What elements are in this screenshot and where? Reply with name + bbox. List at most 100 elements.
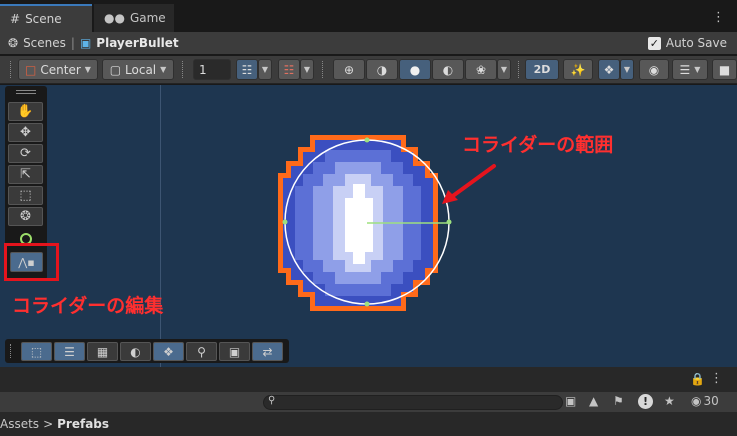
space-dropdown[interactable]: ▢ Local ▼: [102, 59, 174, 80]
effects-layers-icon: ❖: [603, 62, 615, 77]
favorite-star-icon[interactable]: ★: [664, 394, 675, 408]
overlay-grip[interactable]: [10, 344, 12, 358]
wireframe-button[interactable]: ⊕: [333, 59, 365, 80]
scale-icon: ⇱: [20, 167, 31, 182]
pivot-label: Center: [40, 62, 81, 77]
lock-icon[interactable]: 🔒: [690, 372, 705, 386]
overlay-align-button[interactable]: ☰: [54, 342, 85, 361]
rect-select-icon: ⬚: [30, 344, 43, 359]
increment-snap-button[interactable]: ☷: [278, 59, 300, 80]
grid-size-input[interactable]: 1: [193, 59, 231, 80]
overlay-camera-button[interactable]: ▣: [219, 342, 250, 361]
hash-icon: #: [10, 12, 21, 26]
move-tool-button[interactable]: ✥: [8, 123, 43, 142]
chevron-down-icon: ▼: [84, 65, 91, 74]
tab-game[interactable]: ●● Game: [94, 4, 174, 32]
tab-scene-label: Scene: [25, 12, 62, 26]
unity-scenes-icon: ❂: [8, 36, 19, 50]
transform-tool-button[interactable]: ❂: [8, 207, 43, 226]
grid-snap-dropdown[interactable]: ▼: [258, 59, 272, 80]
overlay-pixel-grid-button[interactable]: ▦: [87, 342, 118, 361]
collider-handle-left: [282, 219, 288, 225]
increment-snap-dropdown[interactable]: ▼: [300, 59, 314, 80]
local-cube-icon: ▢: [109, 62, 122, 77]
rotate-tool-button[interactable]: ⟳: [8, 144, 43, 163]
filter-by-type-icon[interactable]: ▲: [589, 394, 598, 408]
overlay-rect-button[interactable]: ⬚: [21, 342, 52, 361]
collider-handle-right: [446, 219, 452, 225]
eye-icon: ◉: [648, 62, 660, 77]
effects-button[interactable]: ❖: [598, 59, 620, 80]
toolbar-grip[interactable]: [182, 61, 184, 78]
draw-mode-dropdown[interactable]: ▼: [497, 59, 511, 80]
search-icon: ⚲: [268, 395, 276, 406]
view-tool-button[interactable]: ✋: [8, 102, 43, 121]
align-icon: ☰: [64, 344, 75, 359]
prefab-cube-icon: ▣: [79, 36, 92, 50]
overlay-zoom-button[interactable]: ⚲: [186, 342, 217, 361]
hidden-count: 30: [703, 394, 719, 408]
panel-menu-icon[interactable]: ⋮: [710, 372, 723, 385]
overlay-shuffle-button[interactable]: ⇄: [252, 342, 283, 361]
pivot-dropdown[interactable]: □ Center ▼: [18, 59, 98, 80]
chevron-down-icon: ▼: [500, 65, 508, 74]
breadcrumb-current[interactable]: PlayerBullet: [96, 36, 178, 50]
toolbar-grip[interactable]: [518, 61, 520, 78]
toolbar-grip[interactable]: [10, 61, 12, 78]
path-current[interactable]: Prefabs: [57, 417, 109, 431]
eye-slash-icon: ◉: [691, 394, 702, 408]
gizmo-icon: ■: [718, 62, 731, 77]
scene-visibility-button[interactable]: ◉: [639, 59, 669, 80]
tab-scene[interactable]: # Scene: [0, 4, 92, 32]
scale-tool-button[interactable]: ⇱: [8, 165, 43, 184]
2d-mode-label: 2D: [533, 63, 551, 76]
breadcrumb-separator: |: [70, 36, 75, 50]
checkbox-checked-icon[interactable]: ✓: [647, 36, 661, 50]
grid-snap-button[interactable]: ☷: [236, 59, 258, 80]
unlit-sphere-icon: ◐: [442, 62, 454, 77]
shaded-sphere-icon: ●: [409, 62, 421, 77]
search-by-type-icon[interactable]: ▣: [565, 394, 576, 408]
breadcrumb-root[interactable]: Scenes: [23, 36, 66, 50]
2d-mode-button[interactable]: 2D: [525, 59, 559, 80]
overlay-layers-button[interactable]: ❖: [153, 342, 184, 361]
chevron-down-icon: ▼: [303, 65, 311, 74]
rect-transform-icon: ⬚: [19, 188, 32, 203]
layers-dropdown[interactable]: ☰ ▼: [672, 59, 708, 80]
pivot-icon: □: [25, 62, 37, 77]
camera-icon: ▣: [228, 344, 241, 359]
chevron-down-icon: ▼: [160, 65, 167, 74]
collider-range-annotation: コライダーの範囲: [462, 134, 614, 156]
move-arrows-icon: ✥: [20, 125, 31, 140]
unlit-button[interactable]: ◐: [432, 59, 464, 80]
warning-icon[interactable]: !: [638, 394, 653, 409]
hidden-packages-toggle[interactable]: ◉ 30: [691, 394, 719, 408]
rect-tool-button[interactable]: ⬚: [8, 186, 43, 205]
tool-palette-grip[interactable]: [16, 90, 36, 94]
chevron-down-icon: ▼: [261, 65, 269, 74]
debug-draw-button[interactable]: ❀: [465, 59, 497, 80]
hand-icon: ✋: [17, 104, 34, 119]
overlay-shading-button[interactable]: ◐: [120, 342, 151, 361]
toolbar-grip[interactable]: [322, 61, 324, 78]
breadcrumb: ❂ Scenes | ▣ PlayerBullet: [0, 32, 737, 54]
increment-snap-icon: ☷: [283, 62, 295, 77]
shaded-wireframe-button[interactable]: ◑: [366, 59, 398, 80]
effects-dropdown[interactable]: ▼: [620, 59, 634, 80]
layers-icon: ❖: [163, 344, 174, 359]
space-label: Local: [125, 62, 157, 77]
bullet-sprite-svg[interactable]: [275, 128, 460, 318]
label-tag-icon[interactable]: ⚑: [613, 394, 624, 408]
lighting-toggle-button[interactable]: ✨: [563, 59, 593, 80]
tab-menu-icon[interactable]: ⋮: [712, 11, 725, 24]
project-search-input[interactable]: [263, 395, 563, 410]
shaded-wireframe-icon: ◑: [376, 62, 388, 77]
edit-collider-highlight: [4, 243, 59, 281]
shaded-button[interactable]: ●: [399, 59, 431, 80]
chevron-down-icon: ▼: [694, 65, 701, 74]
rotate-icon: ⟳: [20, 146, 31, 161]
shuffle-icon: ⇄: [262, 344, 273, 359]
path-parent[interactable]: Assets: [0, 417, 39, 431]
gizmos-button[interactable]: ■: [712, 59, 737, 80]
autosave-toggle[interactable]: ✓ Auto Save: [647, 36, 727, 50]
